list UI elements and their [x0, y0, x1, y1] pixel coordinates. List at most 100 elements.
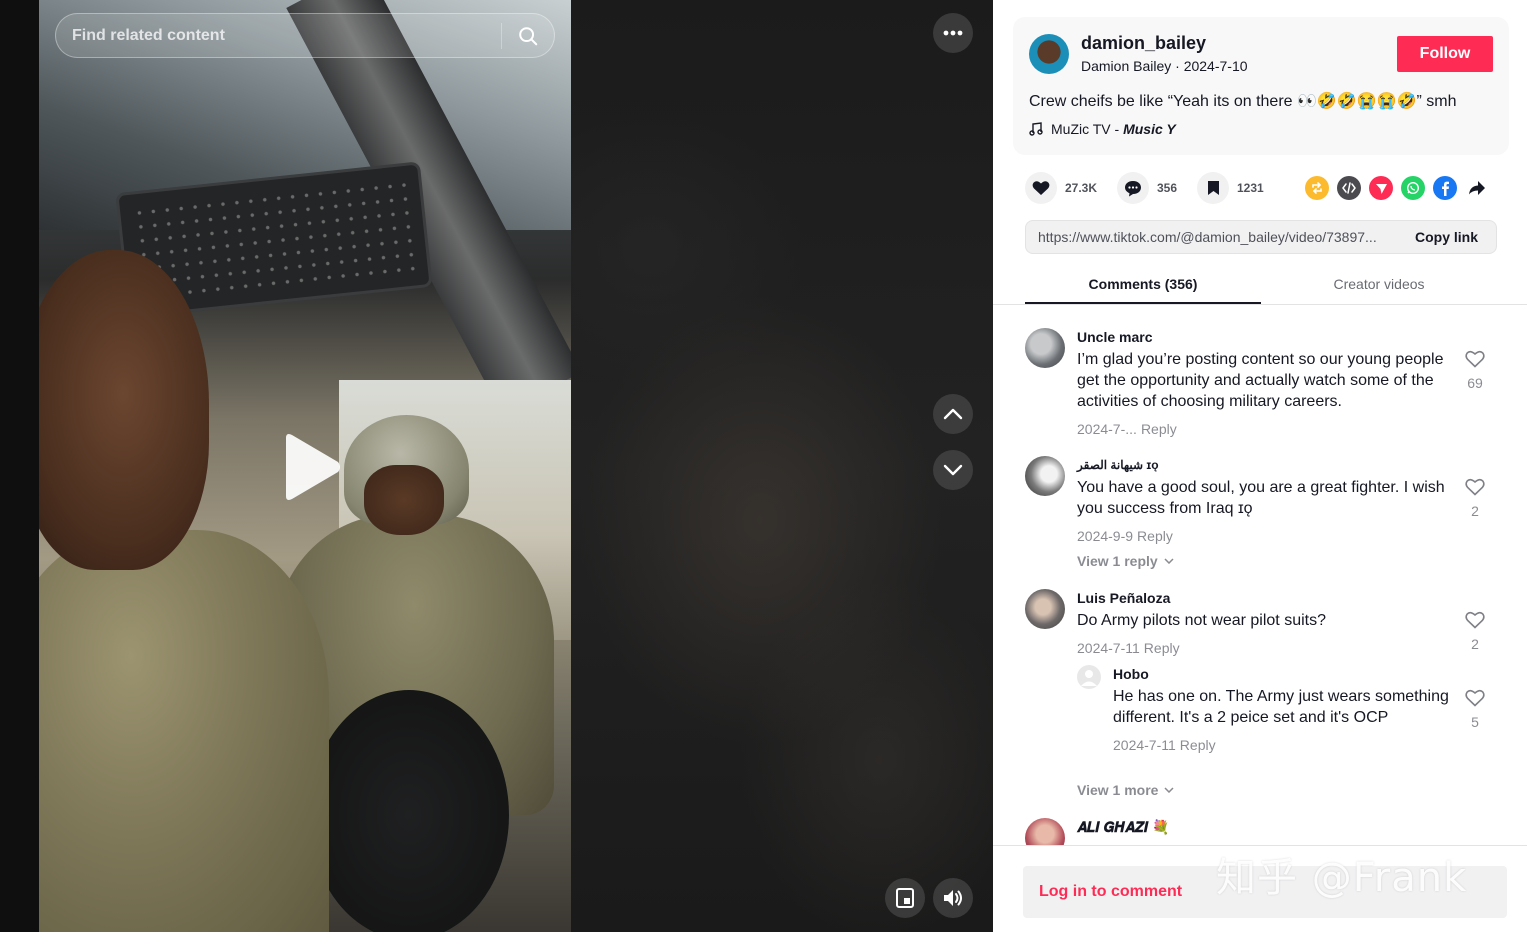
commenter-name[interactable]: شيهانة الصقر ɪǫ [1077, 456, 1457, 474]
view-replies-label: View 1 reply [1077, 553, 1158, 569]
reply-item: Hobo He has one on. The Army just wears … [1077, 665, 1495, 775]
copy-link-button[interactable]: Copy link [1403, 229, 1496, 245]
reply-button[interactable]: Reply [1180, 737, 1216, 753]
send-icon[interactable] [1369, 176, 1393, 200]
heart-outline-icon [1465, 350, 1485, 368]
comment-body: Uncle marc I’m glad you’re posting conte… [1077, 328, 1457, 438]
comment-body: شيهانة الصقر ɪǫ You have a good soul, yo… [1077, 456, 1457, 569]
whatsapp-icon[interactable] [1401, 176, 1425, 200]
comment-text: You have a good soul, you are a great fi… [1077, 479, 1445, 517]
comment-item: Luis Peñaloza Do Army pilots not wear pi… [1025, 589, 1495, 659]
side-panel: damion_bailey Damion Bailey · 2024-7-10 … [993, 0, 1527, 932]
comment-like-button[interactable]: 2 [1455, 611, 1495, 652]
tab-creator-videos[interactable]: Creator videos [1261, 264, 1497, 304]
heart-icon [1025, 172, 1057, 204]
author-subtitle: Damion Bailey · 2024-7-10 [1081, 58, 1248, 74]
reply-like-button[interactable]: 5 [1455, 689, 1495, 730]
comment-body: 𝑨𝑳𝑰 𝑮𝑯𝑨𝒁𝑰 💐 [1077, 818, 1457, 836]
chevron-down-icon [1164, 558, 1174, 564]
follow-button[interactable]: Follow [1397, 36, 1493, 72]
heart-outline-icon [1465, 689, 1485, 707]
music-note-icon [1029, 122, 1043, 136]
comment-button[interactable]: 356 [1117, 170, 1177, 206]
video-left-edge [0, 0, 39, 932]
video-scene-soldier-face [39, 250, 209, 570]
reply-meta: 2024-7-11 Reply [1113, 736, 1459, 754]
video-link-url[interactable]: https://www.tiktok.com/@damion_bailey/vi… [1026, 229, 1403, 245]
picture-in-picture-icon[interactable] [885, 878, 925, 918]
reply-date: 2024-7-11 [1113, 737, 1176, 753]
commenter-name[interactable]: Luis Peñaloza [1077, 589, 1457, 607]
comment-body: Luis Peñaloza Do Army pilots not wear pi… [1077, 589, 1457, 657]
search-icon[interactable] [502, 14, 554, 57]
comment-item: Uncle marc I’m glad you’re posting conte… [1025, 328, 1495, 438]
reply-button[interactable]: Reply [1144, 640, 1180, 656]
reply-button[interactable]: Reply [1137, 528, 1173, 544]
login-to-comment-button[interactable]: Log in to comment [1023, 866, 1507, 918]
volume-icon[interactable] [933, 878, 973, 918]
music-artist: MuZic TV - [1051, 121, 1124, 137]
comment-text: Do Army pilots not wear pilot suits? [1077, 612, 1326, 629]
comment-bubble-icon [1117, 172, 1149, 204]
comment-date: 2024-7-... [1077, 421, 1137, 437]
video-scene-seat [309, 690, 509, 932]
search-input[interactable] [56, 14, 501, 57]
heart-outline-icon [1465, 611, 1485, 629]
like-count: 27.3K [1065, 181, 1098, 195]
comment-date: 2024-7-11 [1077, 640, 1140, 656]
video-area [0, 0, 993, 932]
music-link[interactable]: MuZic TV - Music Y [1029, 121, 1176, 137]
reply-like-count: 5 [1471, 714, 1479, 730]
author-username[interactable]: damion_bailey [1081, 33, 1206, 54]
search-bar[interactable] [55, 13, 555, 58]
view-more-label: View 1 more [1077, 782, 1159, 798]
commenter-avatar[interactable] [1025, 328, 1065, 368]
replier-avatar[interactable] [1077, 665, 1101, 689]
comment-like-button[interactable]: 2 [1455, 478, 1495, 519]
tab-comments[interactable]: Comments (356) [1025, 264, 1261, 304]
facebook-icon[interactable] [1433, 176, 1457, 200]
commenter-avatar[interactable] [1025, 818, 1065, 845]
embed-icon[interactable] [1337, 176, 1361, 200]
music-name: Music Y [1123, 121, 1176, 137]
comment-input-bar: Log in to comment [993, 845, 1527, 932]
video-info-card: damion_bailey Damion Bailey · 2024-7-10 … [1013, 17, 1509, 155]
comment-date: 2024-9-9 [1077, 528, 1134, 544]
like-button[interactable]: 27.3K [1025, 170, 1097, 206]
comment-item: شيهانة الصقر ɪǫ You have a good soul, yo… [1025, 456, 1495, 571]
video-caption: Crew cheifs be like “Yeah its on there 👀… [1029, 93, 1457, 110]
reply-text: He has one on. The Army just wears somet… [1113, 688, 1449, 726]
commenter-avatar[interactable] [1025, 589, 1065, 629]
reply-button[interactable]: Reply [1141, 421, 1177, 437]
play-icon[interactable] [278, 432, 342, 502]
heart-outline-icon [1465, 478, 1485, 496]
bookmark-icon [1197, 172, 1229, 204]
view-more-replies-button[interactable]: View 1 more [1077, 782, 1174, 798]
save-count: 1231 [1237, 181, 1264, 195]
save-button[interactable]: 1231 [1197, 170, 1264, 206]
comment-like-count: 2 [1471, 503, 1479, 519]
comment-meta: 2024-7-11 Reply [1077, 639, 1457, 657]
comment-text: I’m glad you’re posting content so our y… [1077, 351, 1444, 410]
commenter-avatar[interactable] [1025, 456, 1065, 496]
comment-like-button[interactable]: 69 [1455, 350, 1495, 391]
comment-like-count: 2 [1471, 636, 1479, 652]
previous-video-chevron-up-icon[interactable] [933, 394, 973, 434]
view-replies-button[interactable]: View 1 reply [1077, 553, 1457, 569]
commenter-name[interactable]: 𝑨𝑳𝑰 𝑮𝑯𝑨𝒁𝑰 💐 [1077, 818, 1457, 836]
author-avatar[interactable] [1029, 34, 1069, 74]
replier-name[interactable]: Hobo [1113, 665, 1459, 683]
comment-item: 𝑨𝑳𝑰 𝑮𝑯𝑨𝒁𝑰 💐 [1025, 818, 1495, 845]
chevron-down-icon [1164, 787, 1174, 793]
share-arrow-icon[interactable] [1465, 176, 1489, 200]
more-options-icon[interactable] [933, 13, 973, 53]
video-scene-soldier-body [39, 530, 329, 932]
repost-icon[interactable] [1305, 176, 1329, 200]
commenter-name[interactable]: Uncle marc [1077, 328, 1457, 346]
reply-body: Hobo He has one on. The Army just wears … [1113, 665, 1459, 754]
comment-meta: 2024-7-... Reply [1077, 420, 1457, 438]
next-video-chevron-down-icon[interactable] [933, 450, 973, 490]
comment-list[interactable]: Uncle marc I’m glad you’re posting conte… [993, 305, 1527, 845]
comment-like-count: 69 [1467, 375, 1483, 391]
music-title: MuZic TV - Music Y [1051, 121, 1176, 137]
